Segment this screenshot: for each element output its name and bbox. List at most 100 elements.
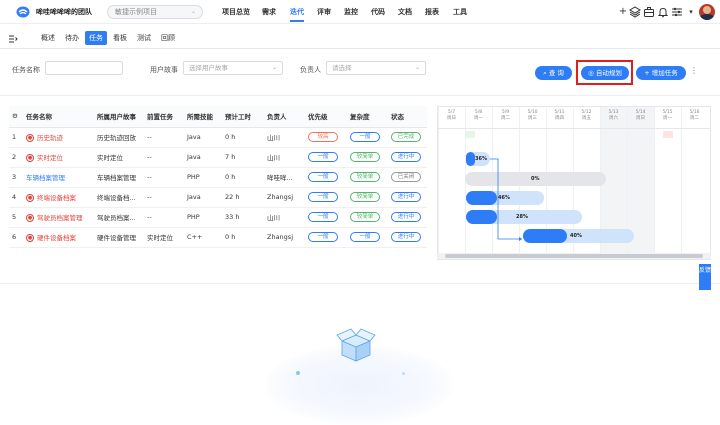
owner-select-placeholder: 请选择 [332, 64, 352, 72]
task-status-icon: ● [26, 214, 34, 222]
story-select[interactable]: 选择用户故事 ⌄ [183, 61, 283, 75]
owner-cell: Zhangsj [264, 187, 305, 208]
column-settings-icon[interactable]: ⚙ [9, 106, 23, 128]
nav-review[interactable]: 评审 [317, 7, 331, 17]
column-header[interactable]: 所属用户故事 [94, 106, 144, 128]
feedback-button[interactable]: 反馈 [699, 264, 711, 290]
dropdown-caret-icon[interactable]: ▾ [685, 6, 697, 18]
task-name-link[interactable]: 硬件设备档案 [37, 234, 76, 242]
table-row[interactable]: 1 ● 历史轨迹 历史轨迹回放 -- Java 0 h 山川 较高 一般 已完成 [9, 127, 427, 148]
nav-monitor[interactable]: 监控 [344, 7, 358, 17]
tab-testing[interactable]: 测试 [133, 31, 155, 45]
hours-cell: 7 h [222, 147, 264, 168]
bell-icon[interactable] [657, 6, 669, 18]
priority-badge[interactable]: 较高 [308, 132, 338, 142]
column-header[interactable]: 负责人 [264, 106, 305, 128]
status-badge[interactable]: 进行中 [391, 152, 421, 162]
nav-docs[interactable]: 文档 [398, 7, 412, 17]
pre-task-cell: -- [144, 127, 184, 148]
nav-tools[interactable]: 工具 [453, 7, 467, 17]
task-name-link[interactable]: 车辆档案管理 [26, 174, 65, 182]
task-name-link[interactable]: 实时定位 [37, 154, 63, 162]
hours-cell: 0 h [222, 167, 264, 188]
project-select[interactable]: 敏捷示例项目 ⌄ [107, 5, 203, 19]
complexity-badge[interactable]: 较简单 [350, 152, 380, 162]
table-row[interactable]: 3 车辆档案管理 车辆档案管理 -- PHP 0 h 哞哇哞... 一般 较简单… [9, 167, 427, 188]
add-task-button-label: 增加任务 [651, 69, 678, 77]
column-header[interactable]: 优先级 [305, 106, 347, 128]
task-status-icon: ● [26, 234, 34, 242]
column-header[interactable]: 预计工时 [222, 106, 264, 128]
status-badge[interactable]: 已关闭 [391, 172, 421, 182]
skill-cell: Java [184, 147, 222, 168]
add-task-button[interactable]: + 增加任务 [636, 66, 686, 80]
divider [0, 283, 720, 284]
table-row[interactable]: 6 ● 硬件设备档案 硬件设备管理 实时定位 C++ 0 h Zhangsj 一般… [9, 227, 427, 248]
column-header[interactable]: 前置任务 [144, 106, 184, 128]
complexity-badge[interactable]: 较简单 [350, 172, 380, 182]
hours-cell: 0 h [222, 127, 264, 148]
priority-badge[interactable]: 一般 [308, 192, 338, 202]
task-name-link[interactable]: 历史轨迹 [37, 134, 63, 142]
priority-badge[interactable]: 一般 [308, 212, 338, 222]
complexity-badge[interactable]: 较简单 [350, 192, 380, 202]
column-header[interactable]: 所需技能 [184, 106, 222, 128]
column-header[interactable]: 状态 [388, 106, 427, 128]
tab-backlog[interactable]: 待办 [61, 31, 83, 45]
task-name-link[interactable]: 驾驶员档案管理 [37, 214, 83, 222]
nav-reports[interactable]: 报表 [425, 7, 439, 17]
nav-code[interactable]: 代码 [371, 7, 385, 17]
nav-requirements[interactable]: 需求 [262, 7, 276, 17]
priority-badge[interactable]: 一般 [308, 232, 338, 242]
nav-overview[interactable]: 项目总览 [222, 7, 250, 17]
table-row[interactable]: 4 ● 终端设备档案 终端设备档... -- Java 22 h Zhangsj … [9, 187, 427, 208]
hours-cell: 22 h [222, 187, 264, 208]
status-badge[interactable]: 进行中 [391, 232, 421, 242]
tab-tasks[interactable]: 任务 [85, 31, 107, 45]
plus-icon: + [644, 69, 652, 77]
column-header[interactable]: 复杂度 [347, 106, 388, 128]
sidebar-toggle-icon[interactable] [8, 34, 18, 44]
divider [0, 95, 720, 96]
task-name-link[interactable]: 终端设备档案 [37, 194, 76, 202]
owner-cell: Zhangsj [264, 227, 305, 248]
complexity-badge[interactable]: 一般 [350, 132, 380, 142]
owner-cell: 山川 [264, 127, 305, 148]
complexity-badge[interactable]: 较简单 [350, 212, 380, 222]
story-cell: 车辆档案管理 [94, 167, 144, 188]
column-header[interactable]: 任务名称 [23, 106, 94, 128]
owner-select[interactable]: 请选择 ⌄ [326, 61, 426, 75]
user-avatar[interactable] [699, 4, 715, 20]
settings-sliders-icon[interactable] [671, 6, 683, 18]
table-row[interactable]: 2 ● 实时定位 实时定位 -- Java 7 h 山川 一般 较简单 进行中 [9, 147, 427, 168]
row-number: 2 [9, 147, 23, 168]
table-row[interactable]: 5 ● 驾驶员档案管理 驾驶员档案... -- PHP 33 h 山川 一般 较简… [9, 207, 427, 228]
skill-cell: Java [184, 127, 222, 148]
tab-retrospective[interactable]: 回顾 [157, 31, 179, 45]
briefcase-icon[interactable] [643, 6, 655, 18]
task-name-input[interactable] [45, 61, 123, 75]
priority-badge[interactable]: 一般 [308, 152, 338, 162]
team-name[interactable]: 哞哇哞哞哞的团队 [36, 7, 92, 17]
gantt-horizontal-scrollbar[interactable] [437, 253, 711, 259]
gantt-dependency-arrow [490, 158, 522, 241]
scrollbar-thumb[interactable] [445, 254, 703, 258]
owner-cell: 山川 [264, 207, 305, 228]
skill-cell: PHP [184, 167, 222, 188]
priority-badge[interactable]: 一般 [308, 172, 338, 182]
status-badge[interactable]: 进行中 [391, 212, 421, 222]
tab-overview[interactable]: 概述 [37, 31, 59, 45]
tab-board[interactable]: 看板 [109, 31, 131, 45]
query-button[interactable]: ⌕ 查 询 [535, 66, 572, 80]
layers-icon[interactable] [629, 6, 641, 18]
complexity-badge[interactable]: 一般 [350, 232, 380, 242]
plus-icon[interactable]: + [617, 6, 629, 18]
more-options-icon[interactable]: ⋮ [690, 66, 698, 75]
nav-iteration[interactable]: 迭代 [290, 7, 304, 22]
skill-cell: PHP [184, 207, 222, 228]
status-badge[interactable]: 已完成 [391, 132, 421, 142]
hours-cell: 0 h [222, 227, 264, 248]
status-badge[interactable]: 进行中 [391, 192, 421, 202]
app-logo-icon [16, 6, 30, 18]
pre-task-cell: -- [144, 187, 184, 208]
